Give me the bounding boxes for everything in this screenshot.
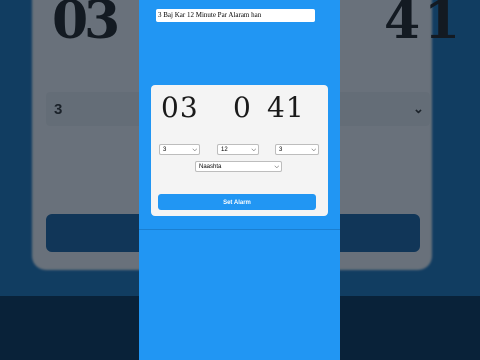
chevron-down-icon: ⌵: [192, 147, 197, 153]
clock-minutes: 0: [233, 91, 252, 124]
alarm-label-select[interactable]: Naashta ⌵: [195, 161, 282, 172]
chevron-down-icon: ⌵: [311, 147, 316, 153]
minute-select[interactable]: 12 ⌵: [217, 144, 259, 155]
column-divider: [139, 229, 340, 230]
alarm-text-field[interactable]: [156, 9, 315, 22]
app-column: 03 0 41 3 ⌵ 12 ⌵ 3 ⌵ Naashta ⌵ Set Alarm: [139, 0, 340, 360]
clock-seconds: 41: [267, 91, 305, 124]
second-select[interactable]: 3 ⌵: [275, 144, 319, 155]
minute-select-value: 12: [221, 147, 228, 153]
clock-hours: 03: [161, 91, 199, 124]
set-alarm-button[interactable]: Set Alarm: [158, 194, 316, 210]
clock-display: 03 0 41: [151, 91, 328, 125]
chevron-down-icon: ⌵: [274, 164, 279, 170]
chevron-down-icon: ⌵: [251, 147, 256, 153]
hour-select-value: 3: [163, 147, 167, 153]
alarm-label-value: Naashta: [199, 164, 222, 170]
hour-select[interactable]: 3 ⌵: [159, 144, 200, 155]
second-select-value: 3: [279, 147, 283, 153]
alarm-card: 03 0 41 3 ⌵ 12 ⌵ 3 ⌵ Naashta ⌵ Set Alarm: [151, 85, 328, 216]
